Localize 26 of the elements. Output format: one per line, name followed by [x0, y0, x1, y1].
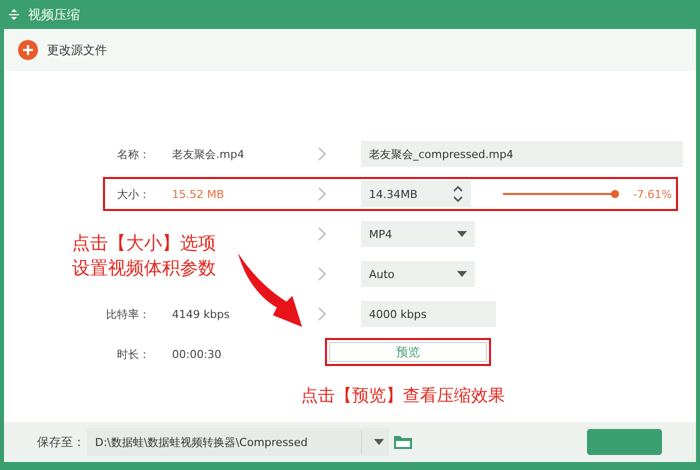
percent-reading: -7.61% [633, 188, 672, 200]
compress-icon [8, 8, 20, 20]
field-label: 时长： [117, 348, 150, 360]
source-value: 15.52 MB [172, 188, 224, 200]
caret-icon [457, 231, 467, 237]
dropdown[interactable]: MP4 [361, 221, 475, 247]
window-title: 视频压缩 [28, 6, 80, 24]
plus-icon [18, 40, 38, 60]
output-field[interactable]: 老友聚会_compressed.mp4 [361, 141, 683, 167]
caret-icon [374, 439, 384, 445]
save-to-label: 保存至： [37, 434, 86, 450]
save-path-dropdown[interactable]: D:\数据蛙\数据蛙视频转换器\Compressed [87, 428, 389, 456]
field-label: 名称： [117, 148, 150, 160]
size-spinner[interactable]: 14.34MB [361, 181, 471, 207]
source-value: 4149 kbps [172, 308, 230, 320]
output-field[interactable]: 4000 kbps [361, 301, 496, 327]
dropdown[interactable]: Auto [361, 261, 475, 287]
field-label: 比特率： [106, 308, 150, 320]
compress-button[interactable] [587, 429, 662, 455]
field-label: 大小： [117, 188, 150, 200]
source-value: 老友聚会.mp4 [172, 148, 244, 160]
source-value: 00:00:30 [172, 348, 222, 360]
change-source-button[interactable]: 更改源文件 [18, 40, 107, 60]
annotation-caption: 点击【预览】查看压缩效果 [301, 385, 505, 407]
folder-icon[interactable] [393, 434, 413, 450]
caret-icon [457, 271, 467, 277]
